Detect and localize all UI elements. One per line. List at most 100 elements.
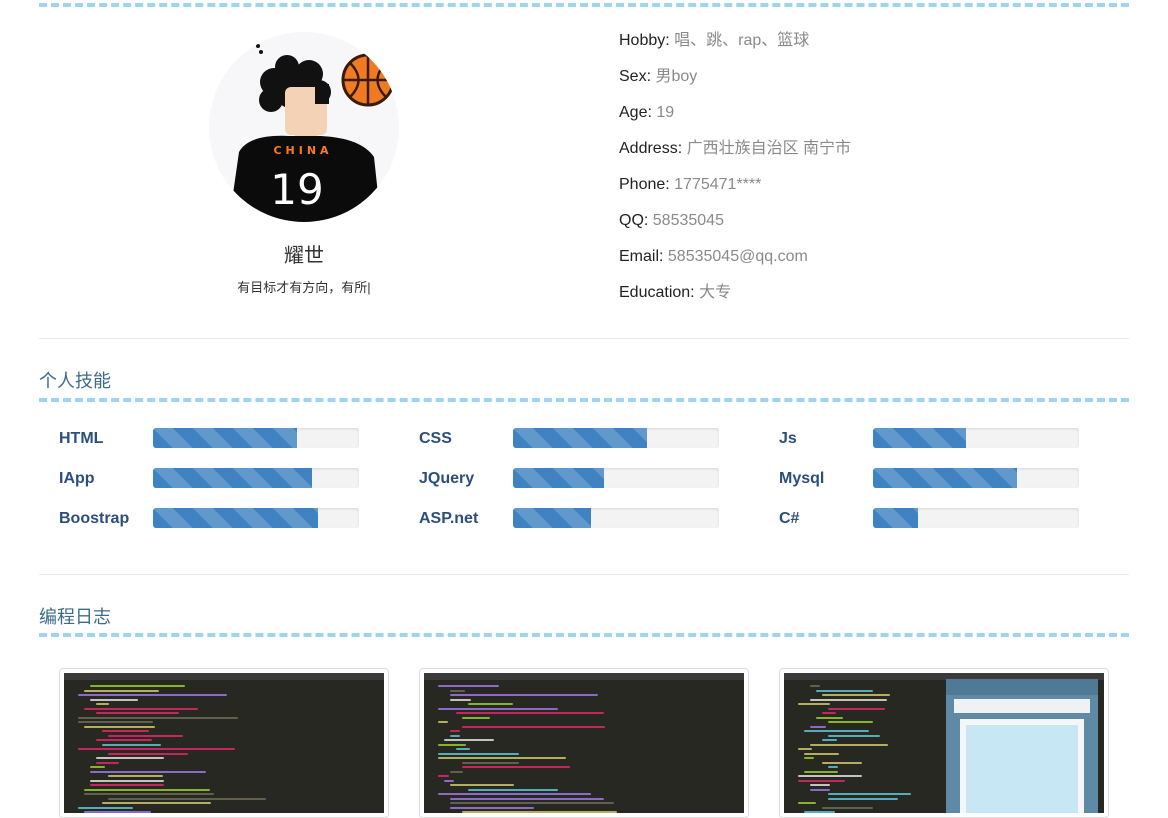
code-line (462, 725, 605, 728)
browser-preview-nav (954, 699, 1090, 713)
skill-progress-fill (873, 508, 919, 528)
code-line (450, 694, 598, 696)
shirt-number: 19 (270, 165, 323, 214)
info-sex: Sex: 男boy (619, 68, 698, 85)
code-line (438, 793, 591, 795)
code-line (84, 788, 210, 791)
code-line (438, 721, 448, 723)
code-line (78, 721, 153, 723)
code-line (90, 779, 164, 782)
browser-preview-header (946, 679, 1098, 695)
code-line (450, 730, 460, 732)
skill-progress-fill (153, 468, 312, 488)
code-line (828, 707, 885, 710)
avatar: CHINA 19 (209, 32, 399, 222)
basketball-player-icon: CHINA 19 (229, 44, 395, 222)
code-line (828, 793, 911, 795)
code-line (96, 761, 119, 764)
code-line (828, 721, 873, 723)
code-editor-screenshot (64, 673, 384, 813)
code-line (816, 689, 873, 692)
code-line (84, 707, 198, 710)
info-list: Hobby: 唱、跳、rap、篮球 Sex: 男boy Age: 19 Addr… (619, 30, 851, 318)
code-line (804, 730, 869, 732)
skill-progress-bar (153, 428, 359, 448)
code-line (456, 748, 470, 750)
code-line (822, 761, 862, 764)
code-line (462, 716, 490, 719)
skill-name: ASP.net (419, 510, 479, 527)
skill-name: Boostrap (59, 510, 130, 527)
skill-progress-bar (513, 468, 719, 488)
info-email: Email: 58535045@qq.com (619, 248, 808, 265)
blog-title-underline (39, 633, 1129, 637)
code-line (810, 784, 830, 786)
code-line (90, 784, 164, 786)
code-line (90, 685, 185, 687)
code-line (102, 743, 161, 746)
blog-post-thumbnail[interactable] (779, 668, 1109, 818)
code-line (810, 788, 830, 791)
skill-progress-bar (153, 468, 359, 488)
code-line (84, 793, 214, 795)
code-line (798, 802, 816, 804)
cartoon-image (966, 725, 1078, 813)
code-line (90, 698, 138, 701)
code-line (96, 757, 164, 759)
code-line (438, 752, 519, 755)
skill-progress-fill (153, 428, 298, 448)
editor-menubar (424, 673, 744, 680)
editor-menubar (64, 673, 384, 680)
blog-section-title: 编程日志 (39, 607, 111, 627)
code-line (96, 739, 152, 741)
code-line (804, 770, 838, 773)
browser-preview (946, 679, 1098, 813)
blog-post-thumbnail[interactable] (59, 668, 389, 818)
code-line (108, 734, 183, 737)
code-line (450, 806, 534, 809)
browser-preview-card (960, 719, 1084, 813)
skill-progress-bar (513, 508, 719, 528)
code-line (78, 716, 238, 719)
skill-progress-bar (153, 508, 359, 528)
code-line (462, 761, 519, 764)
code-line (798, 748, 812, 750)
info-age: Age: 19 (619, 104, 675, 121)
section-divider (39, 338, 1129, 339)
skill-name: HTML (59, 430, 104, 447)
code-line (438, 743, 466, 746)
blog-post-thumbnail[interactable] (419, 668, 749, 818)
section-divider (39, 574, 1129, 575)
info-phone: Phone: 1775471**** (619, 176, 762, 193)
code-line (804, 811, 835, 813)
info-education: Education: 大专 (619, 284, 732, 301)
code-line (84, 725, 155, 728)
skill-progress-fill (873, 468, 1018, 488)
skill-progress-bar (873, 508, 1079, 528)
skill-progress-fill (873, 428, 966, 448)
shirt-text: CHINA (273, 144, 332, 157)
code-line (96, 712, 179, 714)
top-divider (39, 3, 1129, 7)
code-line (108, 775, 163, 777)
skill-name: C# (779, 510, 800, 527)
code-line (810, 698, 887, 701)
code-line (450, 689, 465, 692)
code-line (108, 797, 266, 800)
code-line (444, 739, 494, 741)
skills-section-title: 个人技能 (39, 371, 111, 391)
skill-progress-fill (513, 428, 647, 448)
skill-name: Mysql (779, 470, 825, 487)
skill-progress-bar (513, 428, 719, 448)
skill-name: JQuery (419, 470, 475, 487)
code-editor-screenshot (424, 673, 744, 813)
info-qq: QQ: 58535045 (619, 212, 724, 229)
code-line (444, 779, 454, 782)
skill-progress-bar (873, 468, 1079, 488)
skill-name: Js (779, 430, 797, 447)
code-line (108, 752, 188, 755)
skill-progress-fill (153, 508, 318, 528)
code-line (450, 784, 514, 786)
code-line (798, 779, 845, 782)
code-editor-and-browser-preview-screenshot (784, 673, 1104, 813)
